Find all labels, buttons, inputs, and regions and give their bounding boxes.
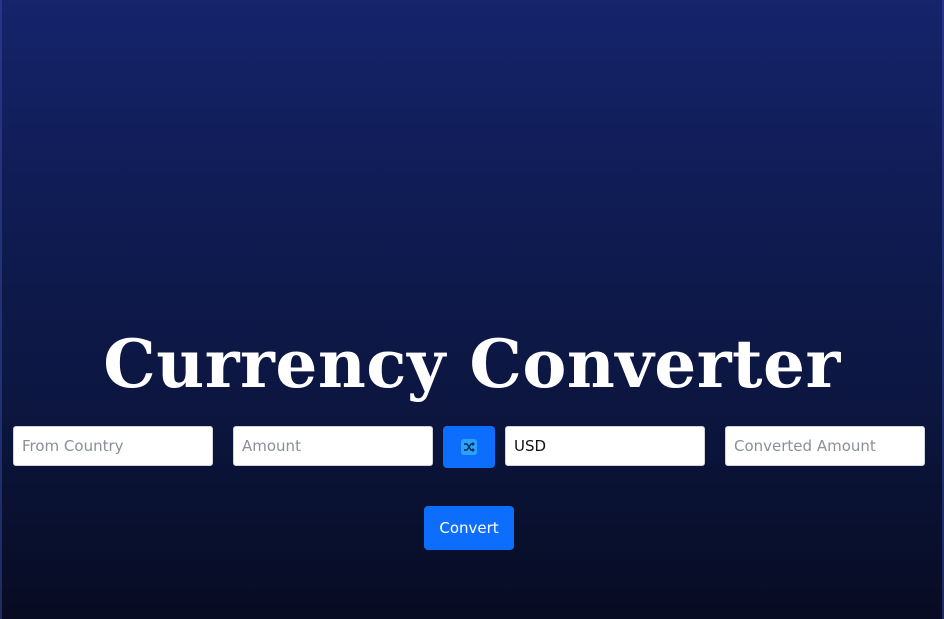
converted-amount-input[interactable] (725, 426, 925, 466)
to-currency-input[interactable] (505, 426, 705, 466)
swap-button[interactable] (443, 426, 495, 468)
page-title: Currency Converter (103, 325, 841, 403)
convert-button[interactable]: Convert (424, 506, 514, 550)
converter-form-row (0, 426, 944, 468)
shuffle-icon (461, 439, 477, 455)
from-country-input[interactable] (13, 426, 213, 466)
window-edge-left (0, 0, 2, 619)
amount-input[interactable] (233, 426, 433, 466)
